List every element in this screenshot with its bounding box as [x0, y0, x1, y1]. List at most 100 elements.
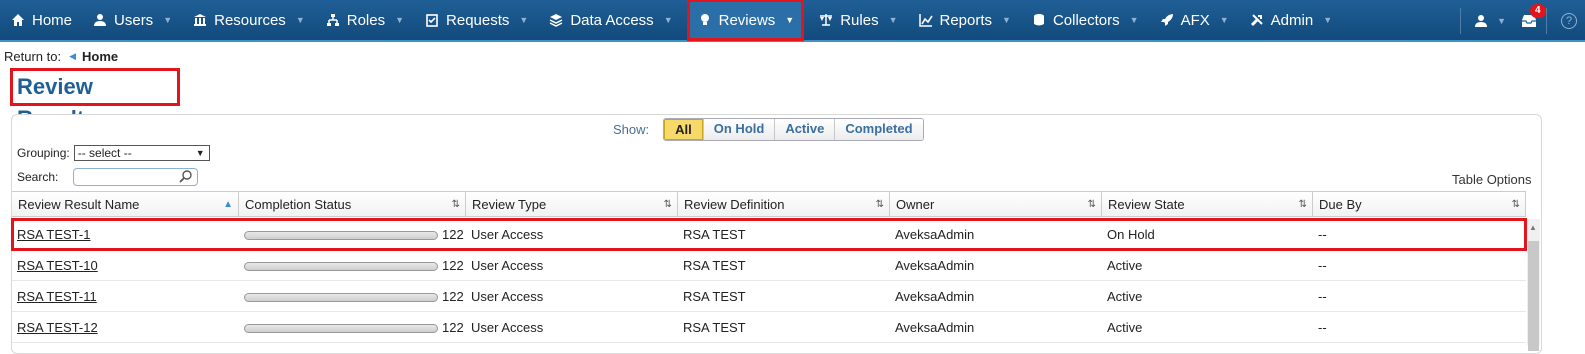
completion-count: 122	[442, 288, 464, 304]
nav-roles[interactable]: Roles ▼	[315, 0, 414, 41]
nav-collectors[interactable]: Collectors ▼	[1021, 0, 1149, 41]
chevron-down-icon: ▼	[785, 15, 795, 25]
nav-requests[interactable]: Requests ▼	[414, 0, 538, 41]
nav-afx[interactable]: AFX ▼	[1149, 0, 1239, 41]
grouping-row: Grouping: -- select -- ▼	[17, 145, 210, 161]
grouping-select[interactable]: -- select -- ▼	[73, 145, 210, 161]
owner-cell: AveksaAdmin	[895, 226, 975, 242]
due-by-cell: --	[1318, 319, 1327, 335]
filter-on-hold-button[interactable]: On Hold	[702, 119, 775, 140]
nav-users[interactable]: Users ▼	[82, 0, 182, 41]
nav-reviews[interactable]: Reviews ▼	[686, 0, 805, 41]
review-definition-cell: RSA TEST	[683, 257, 746, 273]
database-icon	[1031, 12, 1047, 28]
review-result-name-link[interactable]: RSA TEST-10	[17, 258, 98, 273]
column-header-review-definition[interactable]: Review Definition ⇅	[678, 192, 890, 216]
nav-resources-label: Resources	[214, 11, 286, 29]
chevron-down-icon: ▼	[1002, 15, 1011, 25]
scrollbar-thumb[interactable]	[1528, 241, 1539, 351]
table-row[interactable]: RSA TEST-10 122 User Access RSA TEST Ave…	[12, 250, 1526, 281]
progress-bar	[244, 323, 438, 333]
checklist-icon	[424, 12, 440, 28]
table-row[interactable]: RSA TEST-1 122 User Access RSA TEST Avek…	[11, 218, 1527, 251]
nav-data-access-label: Data Access	[570, 11, 654, 29]
table-row[interactable]: RSA TEST-12 122 User Access RSA TEST Ave…	[12, 312, 1526, 343]
search-input[interactable]	[73, 168, 199, 187]
nav-data-access[interactable]: Data Access ▼	[538, 0, 682, 41]
sort-icon[interactable]: ⇅	[876, 192, 884, 218]
progress-bar	[244, 292, 438, 302]
nav-resources[interactable]: Resources ▼	[182, 0, 315, 41]
rocket-icon	[1159, 12, 1175, 28]
review-type-cell: User Access	[471, 226, 544, 242]
nav-roles-label: Roles	[346, 11, 386, 29]
table-row[interactable]: RSA TEST-11 122 User Access RSA TEST Ave…	[12, 281, 1526, 312]
review-result-name-link[interactable]: RSA TEST-12	[17, 320, 98, 335]
sort-icon[interactable]: ⇅	[664, 192, 672, 218]
nav-reviews-label: Reviews	[718, 11, 776, 29]
column-header-review-type[interactable]: Review Type ⇅	[466, 192, 678, 216]
review-type-cell: User Access	[471, 288, 544, 304]
owner-cell: AveksaAdmin	[895, 319, 975, 335]
completion-count: 122	[442, 257, 464, 273]
nav-reports[interactable]: Reports ▼	[908, 0, 1021, 41]
column-header-label: Owner	[896, 197, 935, 212]
nav-collectors-label: Collectors	[1052, 11, 1120, 29]
completion-status-cell: 122	[239, 289, 466, 304]
completion-count: 122	[442, 319, 464, 335]
left-arrow-icon: ◀	[69, 51, 77, 61]
column-header-due-by[interactable]: Due By ⇅	[1313, 192, 1526, 216]
column-header-owner[interactable]: Owner ⇅	[890, 192, 1102, 216]
nav-admin-label: Admin	[1270, 11, 1314, 29]
nav-home-label: Home	[32, 11, 73, 29]
home-icon	[10, 12, 26, 28]
chevron-down-icon: ▼	[395, 15, 405, 25]
column-header-review-state[interactable]: Review State ⇅	[1102, 192, 1313, 216]
sort-icon[interactable]: ⇅	[1088, 192, 1096, 218]
nav-right-tools: ▼ 4 ?	[1452, 0, 1585, 42]
column-header-completion-status[interactable]: Completion Status ⇅	[239, 192, 466, 216]
user-menu-button[interactable]: ▼	[1469, 0, 1510, 42]
sort-icon[interactable]: ⇅	[1299, 192, 1307, 218]
tools-icon	[1249, 12, 1265, 28]
table-body: RSA TEST-1 122 User Access RSA TEST Avek…	[11, 218, 1527, 343]
layers-icon	[548, 12, 564, 28]
review-type-cell: User Access	[471, 257, 544, 273]
review-result-name-link[interactable]: RSA TEST-11	[17, 289, 97, 304]
breadcrumb: Return to: ◀ Home	[4, 49, 118, 64]
divider	[1460, 8, 1462, 34]
sort-asc-icon[interactable]: ▲	[223, 192, 233, 218]
bank-icon	[192, 12, 208, 28]
column-header-label: Due By	[1319, 197, 1362, 212]
notifications-button[interactable]: 4	[1520, 4, 1546, 28]
sort-icon[interactable]: ⇅	[452, 192, 460, 218]
owner-cell: AveksaAdmin	[895, 288, 975, 304]
nav-home[interactable]: Home	[0, 0, 82, 41]
divider	[1546, 8, 1547, 34]
notification-badge: 4	[1530, 4, 1546, 18]
vertical-scrollbar[interactable]: ▲	[1527, 219, 1540, 351]
review-result-name-link[interactable]: RSA TEST-1	[17, 227, 90, 242]
review-state-cell: Active	[1107, 257, 1143, 273]
chevron-down-icon: ▼	[888, 15, 898, 25]
due-by-cell: --	[1318, 257, 1327, 273]
filter-button-group: All On Hold Active Completed	[663, 118, 924, 141]
progress-bar	[244, 230, 438, 240]
filter-completed-button[interactable]: Completed	[834, 119, 923, 140]
filter-all-button[interactable]: All	[664, 119, 703, 140]
column-header-review-result-name[interactable]: Review Result Name ▲	[12, 192, 239, 216]
nav-rules[interactable]: Rules ▼	[808, 0, 907, 41]
completion-status-cell: 122	[239, 258, 466, 273]
breadcrumb-home-link[interactable]: Home	[82, 49, 118, 64]
lightbulb-icon	[697, 12, 713, 28]
help-icon[interactable]: ?	[1561, 13, 1577, 29]
sort-icon[interactable]: ⇅	[1512, 192, 1520, 218]
search-row: Search:	[17, 168, 199, 187]
chevron-down-icon: ▼	[663, 15, 673, 25]
search-icon[interactable]	[179, 170, 193, 187]
table-options-link[interactable]: Table Options	[1452, 172, 1532, 187]
scroll-up-icon[interactable]: ▲	[1529, 223, 1537, 232]
filter-active-button[interactable]: Active	[774, 119, 835, 140]
nav-admin[interactable]: Admin ▼	[1239, 0, 1342, 41]
review-state-cell: Active	[1107, 288, 1143, 304]
